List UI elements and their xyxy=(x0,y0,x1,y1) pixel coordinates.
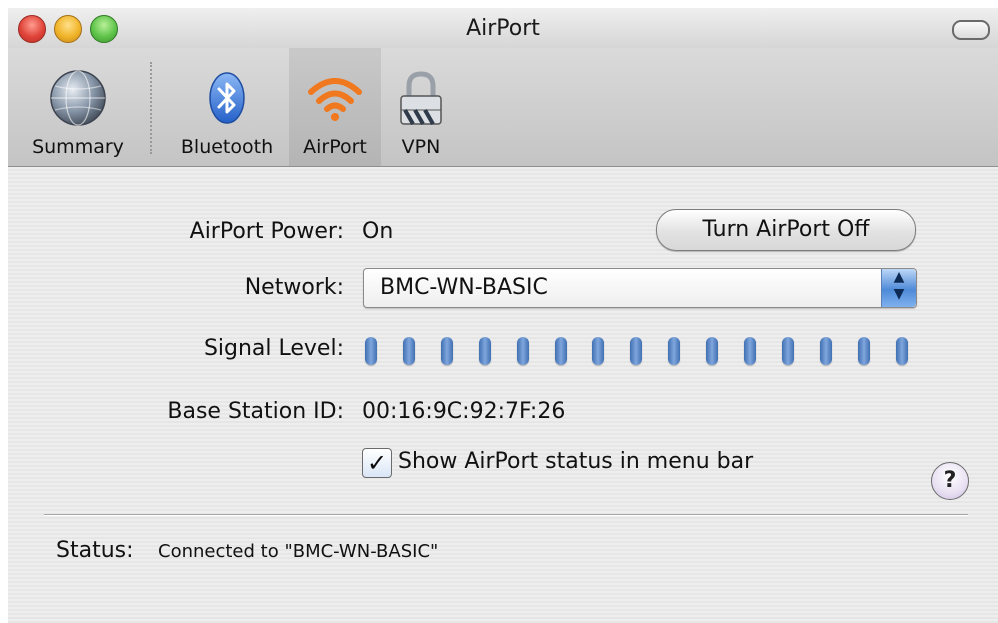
airport-pane: AirPort Power: On Turn AirPort Off Netwo… xyxy=(8,167,998,623)
window-title: AirPort xyxy=(466,16,540,41)
title-bar[interactable]: AirPort xyxy=(8,8,998,48)
tab-bluetooth[interactable]: Bluetooth xyxy=(168,48,286,166)
signal-bar xyxy=(630,337,642,365)
signal-bar xyxy=(592,337,604,365)
globe-icon xyxy=(50,70,106,126)
help-button[interactable]: ? xyxy=(931,462,969,500)
tab-airport-label: AirPort xyxy=(303,136,367,158)
airport-wifi-icon xyxy=(308,78,362,121)
base-station-label: Base Station ID: xyxy=(167,399,344,424)
select-arrows-icon: ▲ ▼ xyxy=(881,269,916,307)
tab-summary-label: Summary xyxy=(32,136,124,158)
power-label: AirPort Power: xyxy=(189,219,344,244)
status-value: Connected to "BMC-WN-BASIC" xyxy=(158,541,439,562)
signal-bar xyxy=(782,337,794,365)
signal-bar xyxy=(668,337,680,365)
signal-bar xyxy=(365,337,377,365)
signal-bar xyxy=(517,337,529,365)
tab-vpn-label: VPN xyxy=(401,136,441,158)
signal-bar xyxy=(896,337,908,365)
signal-label: Signal Level: xyxy=(203,336,344,361)
signal-bar xyxy=(555,337,567,365)
status-label: Status: xyxy=(56,538,134,563)
network-select-value: BMC-WN-BASIC xyxy=(380,275,548,300)
lock-icon xyxy=(400,71,442,125)
tab-airport[interactable]: AirPort xyxy=(289,48,381,166)
signal-bar xyxy=(706,337,718,365)
network-label: Network: xyxy=(244,275,344,300)
power-value: On xyxy=(362,219,394,244)
signal-bar xyxy=(403,337,415,365)
tab-bluetooth-label: Bluetooth xyxy=(180,136,274,158)
toolbar-toggle-button[interactable] xyxy=(952,20,990,40)
show-status-checkbox[interactable]: ✓ xyxy=(362,448,392,478)
signal-bar xyxy=(858,337,870,365)
turn-airport-off-button[interactable]: Turn AirPort Off xyxy=(656,209,916,251)
network-select[interactable]: BMC-WN-BASIC ▲ ▼ xyxy=(363,268,917,308)
show-status-checkbox-label[interactable]: Show AirPort status in menu bar xyxy=(398,449,753,474)
signal-bar xyxy=(744,337,756,365)
airport-window: AirPort Summary Bluetooth AirPort VPN Ai… xyxy=(8,8,998,623)
tab-vpn[interactable]: VPN xyxy=(386,48,456,166)
toolbar-separator xyxy=(150,62,152,154)
bluetooth-icon xyxy=(209,72,245,124)
divider xyxy=(44,514,968,516)
toolbar: Summary Bluetooth AirPort VPN xyxy=(8,48,998,167)
signal-bar xyxy=(479,337,491,365)
base-station-value: 00:16:9C:92:7F:26 xyxy=(362,399,566,424)
signal-bar xyxy=(820,337,832,365)
signal-bar xyxy=(441,337,453,365)
tab-summary[interactable]: Summary xyxy=(18,48,138,166)
signal-meter xyxy=(365,337,925,367)
